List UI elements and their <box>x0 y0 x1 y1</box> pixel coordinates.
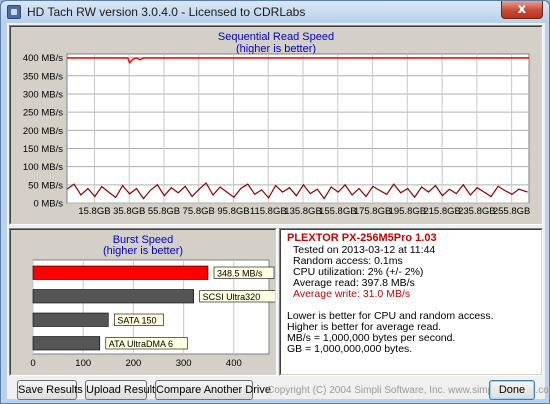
app-icon <box>7 5 21 19</box>
x-tick-label: 255.8GB <box>493 206 531 217</box>
burst-bar-label: SATA 150 <box>117 315 156 325</box>
burst-bar-label: ATA UltraDMA 6 <box>109 339 173 349</box>
burst-speed-panel: Burst Speed (higher is better) 0 100 200 30… <box>9 228 277 376</box>
average-write: Average write: 31.0 MB/s <box>293 288 411 300</box>
x-tick-label: 75.8GB <box>183 206 215 217</box>
upload-results-button[interactable]: Upload Results <box>85 380 161 400</box>
save-results-button[interactable]: Save Results <box>17 380 83 400</box>
y-tick-label: 350 MB/s <box>23 71 63 82</box>
burst-bar <box>32 312 109 327</box>
note-gb-definition: GB = 1,000,000,000 bytes. <box>287 343 413 355</box>
x-tick-label: 215.8GB <box>423 206 461 217</box>
burst-speed-chart: 0 100 200 300 400 348.5 MB/s SCSI Ultra320 SATA… <box>30 259 275 369</box>
burst-speed-frame: Burst Speed (higher is better) 0 100 200 30… <box>10 229 276 375</box>
title-bar[interactable]: HD Tach RW version 3.0.4.0 - Licensed to… <box>1 1 549 23</box>
sequential-read-chart: 0 MB/s 50 MB/s 100 MB/s 150 MB/s 200 MB/s 250… <box>23 53 531 217</box>
y-tick-label: 0 MB/s <box>33 199 63 210</box>
x-tick-label: 155.8GB <box>319 206 357 217</box>
x-tick-label: 135.8GB <box>284 206 322 217</box>
x-tick-label: 235.8GB <box>458 206 496 217</box>
drive-name: PLEXTOR PX-256M5Pro 1.03 <box>287 232 437 244</box>
x-tick-label: 15.8GB <box>78 206 110 217</box>
x-tick-label: 115.8GB <box>250 206 287 217</box>
client-area: Sequential Read Speed (higher is better)… <box>7 23 550 400</box>
x-tick-label: 55.8GB <box>148 206 180 217</box>
burst-bar <box>32 289 194 304</box>
x-tick-label: 95.8GB <box>217 206 249 217</box>
done-button[interactable]: Done <box>489 380 535 400</box>
x-tick-label: 175.8GB <box>354 206 392 217</box>
y-tick-label: 50 MB/s <box>28 180 63 191</box>
results-info-frame: PLEXTOR PX-256M5Pro 1.03 Tested on 2013-… <box>280 229 542 375</box>
y-tick-label: 250 MB/s <box>23 108 63 119</box>
x-tick-label: 35.8GB <box>113 206 145 217</box>
burst-bar-label: SCSI Ultra320 <box>203 292 261 302</box>
plot-area <box>66 53 530 204</box>
y-tick-label: 100 MB/s <box>23 162 63 173</box>
window-title: HD Tach RW version 3.0.4.0 - Licensed to… <box>27 5 306 19</box>
compare-another-drive-button[interactable]: Compare Another Drive <box>155 380 271 400</box>
app-window: HD Tach RW version 3.0.4.0 - Licensed to… <box>0 0 550 404</box>
y-tick-label: 150 MB/s <box>23 144 63 155</box>
close-button[interactable]: x <box>501 1 543 19</box>
burst-x-tick-label: 0 <box>30 358 35 369</box>
burst-x-tick-label: 200 <box>125 358 141 369</box>
burst-x-tick-label: 100 <box>75 358 91 369</box>
x-tick-label: 195.8GB <box>389 206 427 217</box>
burst-bar-label: 348.5 MB/s <box>217 268 263 278</box>
y-tick-label: 400 MB/s <box>23 53 63 64</box>
burst-bar <box>32 265 209 280</box>
y-tick-label: 300 MB/s <box>23 89 63 100</box>
burst-x-tick-label: 400 <box>226 358 242 369</box>
results-info-panel: PLEXTOR PX-256M5Pro 1.03 Tested on 2013-… <box>279 228 543 376</box>
sequential-read-panel: Sequential Read Speed (higher is better)… <box>9 25 543 225</box>
y-tick-label: 200 MB/s <box>23 126 63 137</box>
burst-bar <box>32 336 101 351</box>
burst-x-tick-label: 300 <box>176 358 192 369</box>
sequential-read-frame: Sequential Read Speed (higher is better)… <box>10 26 542 224</box>
